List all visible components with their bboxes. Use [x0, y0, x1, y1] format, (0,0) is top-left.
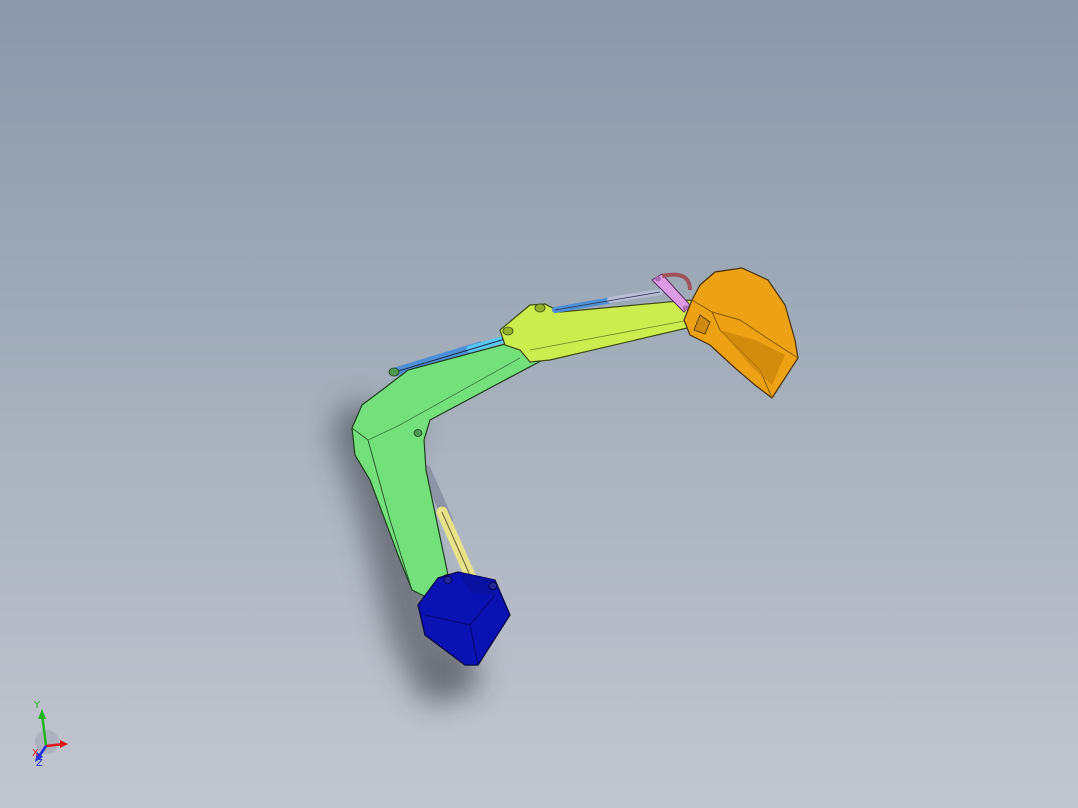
coordinate-triad: Y X Z	[32, 700, 68, 769]
3d-viewport[interactable]: Y X Z	[0, 0, 1078, 808]
z-axis-label: Z	[36, 758, 43, 769]
model-canvas[interactable]: Y X Z	[0, 0, 1078, 808]
y-axis-label: Y	[33, 700, 41, 711]
bucket[interactable]	[683, 267, 799, 399]
excavator-arm-model[interactable]	[351, 267, 799, 666]
stick[interactable]	[499, 299, 707, 363]
